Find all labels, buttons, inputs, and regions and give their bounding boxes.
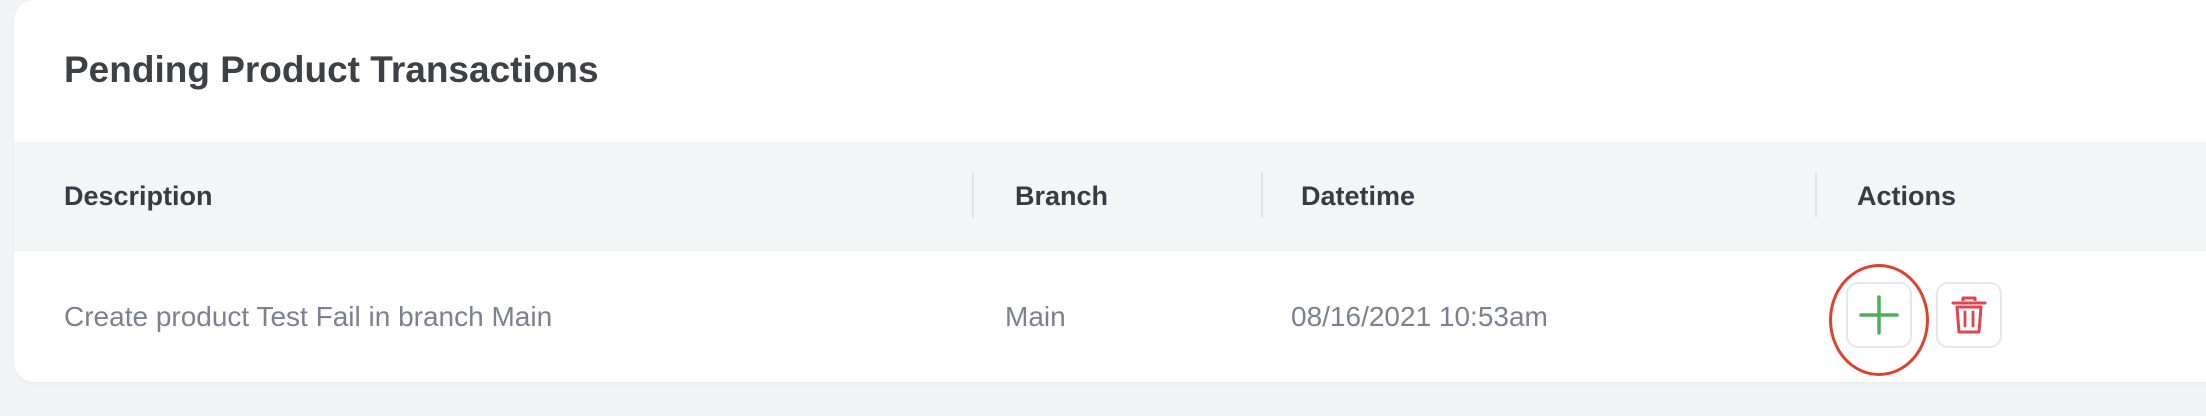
- row-branch: Main: [1005, 301, 1066, 332]
- approve-button[interactable]: [1846, 282, 1912, 348]
- row-datetime: 08/16/2021 10:53am: [1291, 301, 1548, 332]
- column-header-description[interactable]: Description: [64, 142, 213, 250]
- card-title: Pending Product Transactions: [64, 49, 599, 90]
- column-header-actions: Actions: [1857, 181, 1957, 211]
- column-header-branch[interactable]: Branch: [1015, 142, 1108, 250]
- column-divider: [1815, 172, 1817, 218]
- pending-transactions-card: Pending Product Transactions Description…: [14, 0, 2206, 382]
- delete-button[interactable]: [1936, 282, 2002, 348]
- column-divider: [972, 172, 974, 218]
- trash-icon: [1951, 296, 1987, 334]
- table-header: Description Branch Datetime Actions: [14, 142, 2206, 251]
- column-header-datetime[interactable]: Datetime: [1301, 142, 1415, 250]
- plus-icon: [1859, 295, 1899, 335]
- table-row: Create product Test Fail in branch Main …: [14, 251, 2206, 382]
- row-description: Create product Test Fail in branch Main: [64, 301, 553, 332]
- column-divider: [1261, 172, 1263, 218]
